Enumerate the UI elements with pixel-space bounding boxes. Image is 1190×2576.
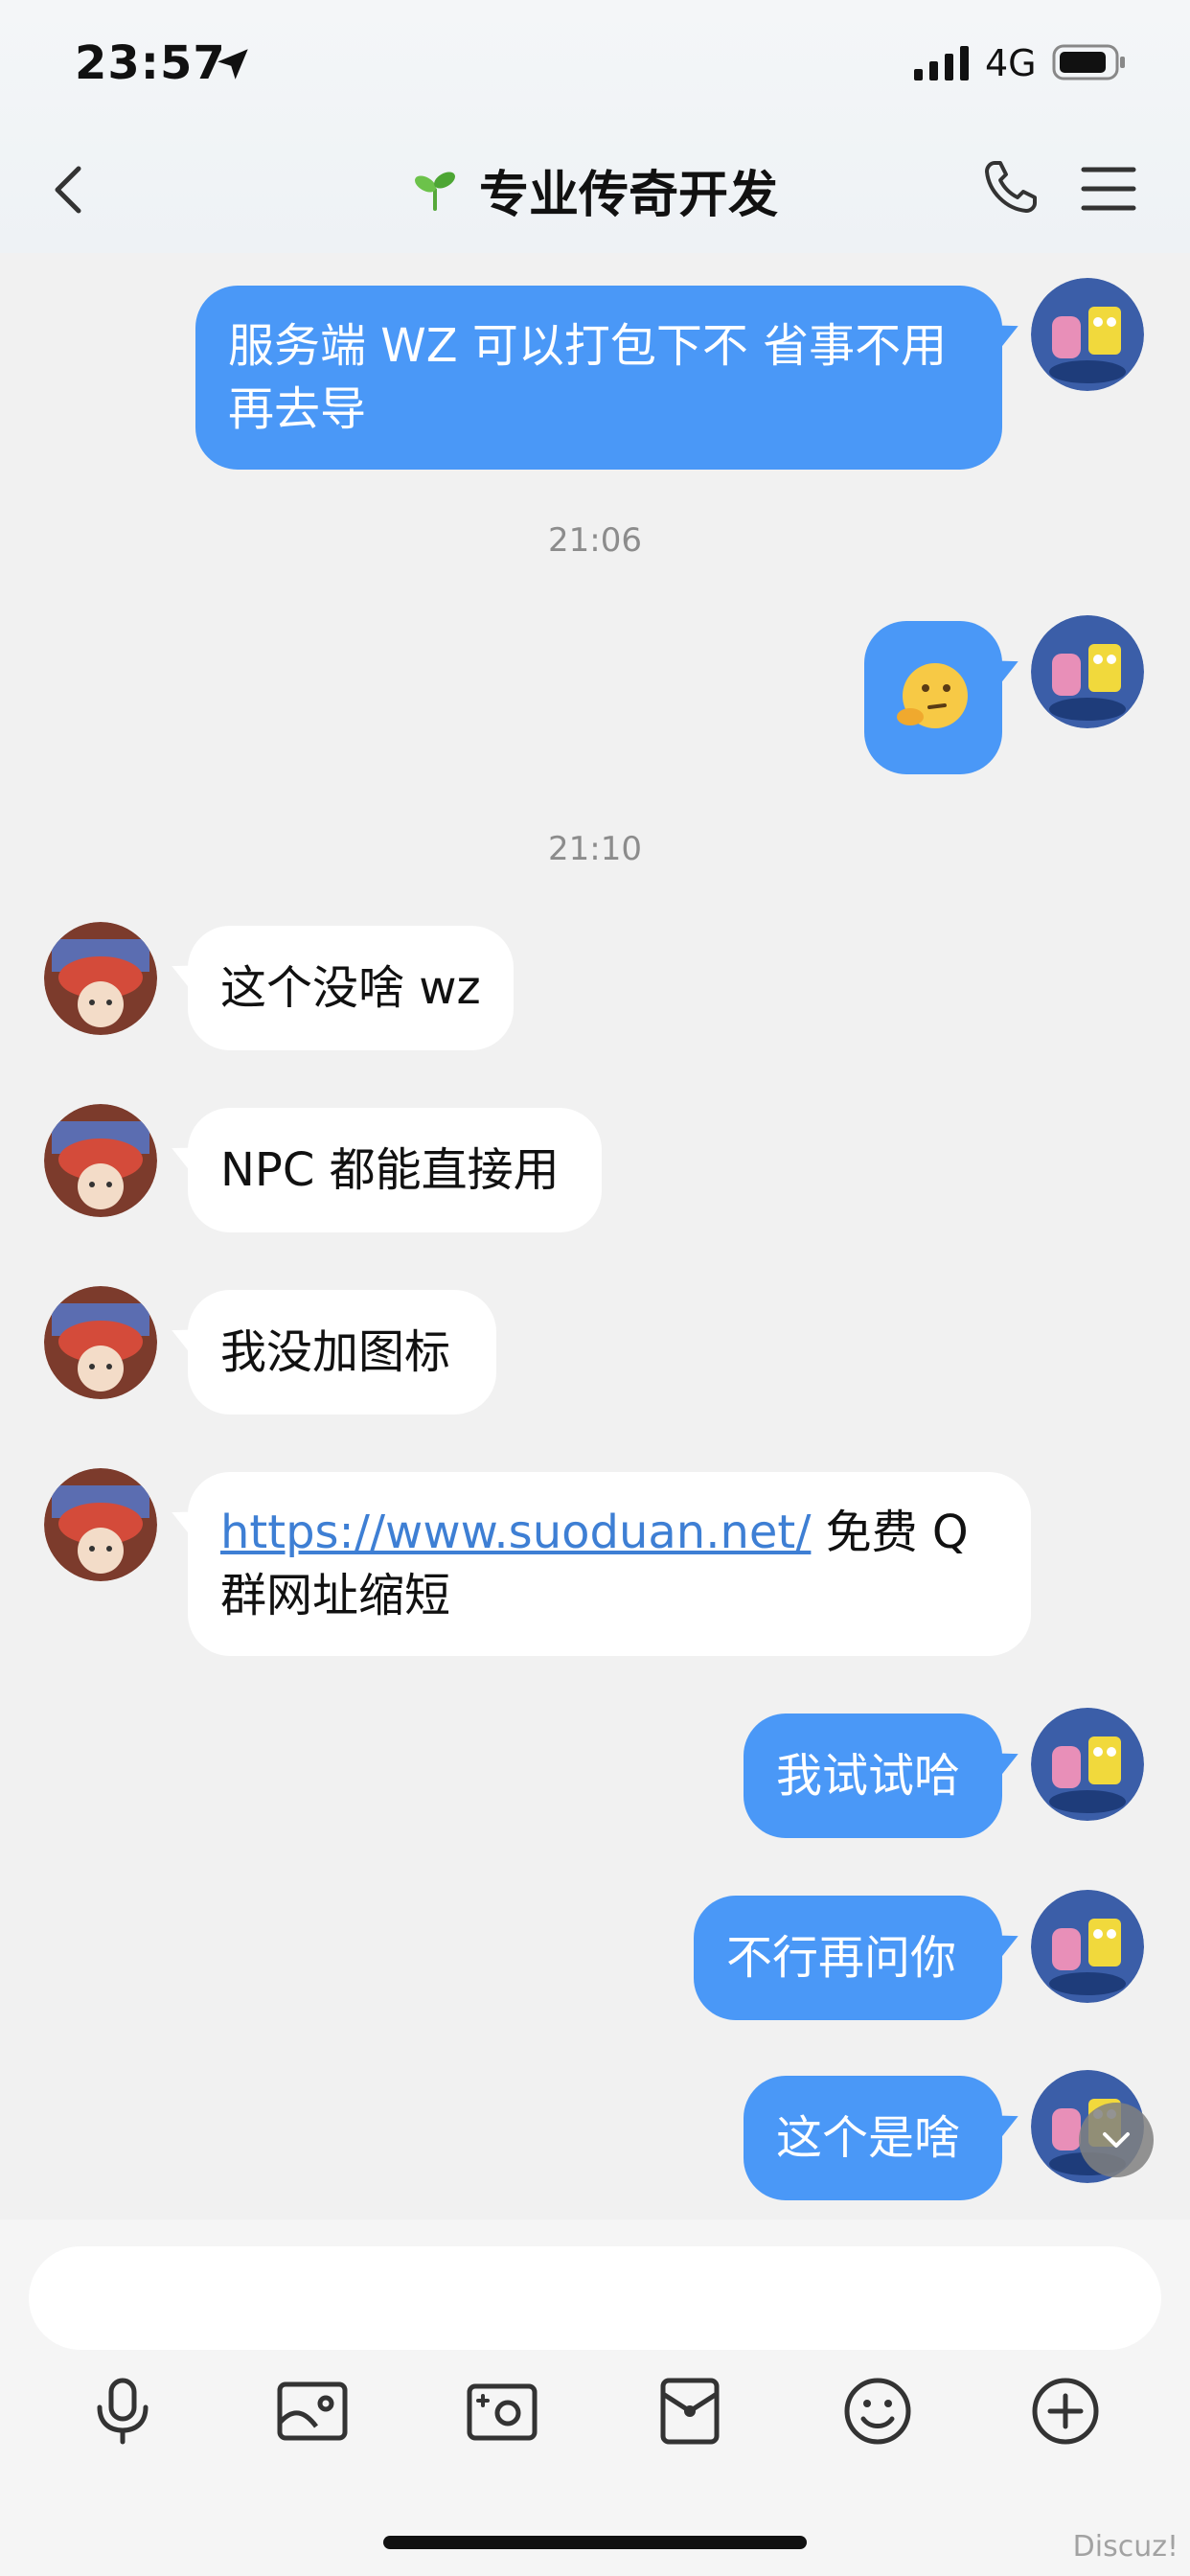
my-avatar[interactable] xyxy=(1031,1890,1144,2003)
my-avatar[interactable] xyxy=(1031,278,1144,391)
message-bubble-outgoing[interactable]: 这个是啥 xyxy=(744,2076,1002,2200)
scroll-to-bottom-button[interactable] xyxy=(1079,2103,1154,2177)
contact-avatar[interactable] xyxy=(44,1468,157,1581)
menu-icon[interactable] xyxy=(1081,165,1136,213)
message-text: NPC 都能直接用 xyxy=(220,1143,560,1197)
sprout-icon xyxy=(415,172,455,211)
message-bubble-outgoing[interactable]: 不行再问你 xyxy=(694,1896,1002,2020)
message-bubble-outgoing[interactable]: 我试试哈 xyxy=(744,1714,1002,1838)
message-text: 这个没啥 wz xyxy=(220,961,481,1015)
my-avatar[interactable] xyxy=(1031,1708,1144,1821)
message-bubble-outgoing[interactable] xyxy=(864,621,1002,774)
message-bubble-incoming[interactable]: 这个没啥 wz xyxy=(188,926,514,1050)
message-text: 服务端 WZ 可以打包下不 省事不用再去导 xyxy=(228,319,948,436)
input-area xyxy=(0,2220,1190,2576)
contact-avatar[interactable] xyxy=(44,922,157,1035)
location-arrow-icon xyxy=(217,49,248,80)
message-bubble-outgoing[interactable]: 服务端 WZ 可以打包下不 省事不用再去导 xyxy=(195,286,1002,470)
watermark: Discuz! xyxy=(1072,2530,1179,2564)
timestamp: 21:10 xyxy=(548,830,642,868)
message-bubble-incoming[interactable]: NPC 都能直接用 xyxy=(188,1108,602,1232)
plus-icon[interactable] xyxy=(1027,2373,1104,2450)
red-packet-icon[interactable] xyxy=(652,2373,728,2450)
emoji-icon[interactable] xyxy=(839,2373,916,2450)
phone-icon[interactable] xyxy=(981,157,1041,217)
network-label: 4G xyxy=(985,42,1037,84)
chat-title: 专业传奇开发 xyxy=(478,166,778,224)
message-text: 我试试哈 xyxy=(776,1749,961,1803)
home-indicator[interactable] xyxy=(383,2536,807,2549)
contact-avatar[interactable] xyxy=(44,1286,157,1399)
mic-icon[interactable] xyxy=(84,2373,161,2450)
message-text: 这个是啥 xyxy=(776,2111,961,2165)
contact-avatar[interactable] xyxy=(44,1104,157,1217)
message-text: 我没加图标 xyxy=(220,1325,451,1379)
timestamp: 21:06 xyxy=(548,521,642,560)
message-bubble-incoming[interactable]: https://www.suoduan.net/ 免费 Q 群网址缩短 xyxy=(188,1472,1031,1656)
status-time: 23:57 xyxy=(75,36,226,90)
top-bar: 23:57 4G 专业传奇开发 xyxy=(0,0,1190,253)
message-input[interactable] xyxy=(29,2246,1161,2350)
message-bubble-incoming[interactable]: 我没加图标 xyxy=(188,1290,496,1414)
thinking-emoji-icon xyxy=(897,663,968,728)
camera-icon[interactable] xyxy=(464,2373,540,2450)
image-icon[interactable] xyxy=(274,2373,351,2450)
chevron-down-icon xyxy=(1103,2132,1130,2148)
signal-icon xyxy=(914,46,969,80)
my-avatar[interactable] xyxy=(1031,615,1144,728)
message-link[interactable]: https://www.suoduan.net/ xyxy=(220,1506,811,1559)
message-text: 不行再问你 xyxy=(726,1931,957,1985)
battery-icon xyxy=(1052,44,1125,80)
message-thread[interactable]: 服务端 WZ 可以打包下不 省事不用再去导 21:06 21:10 这个没啥 w… xyxy=(0,253,1190,2220)
